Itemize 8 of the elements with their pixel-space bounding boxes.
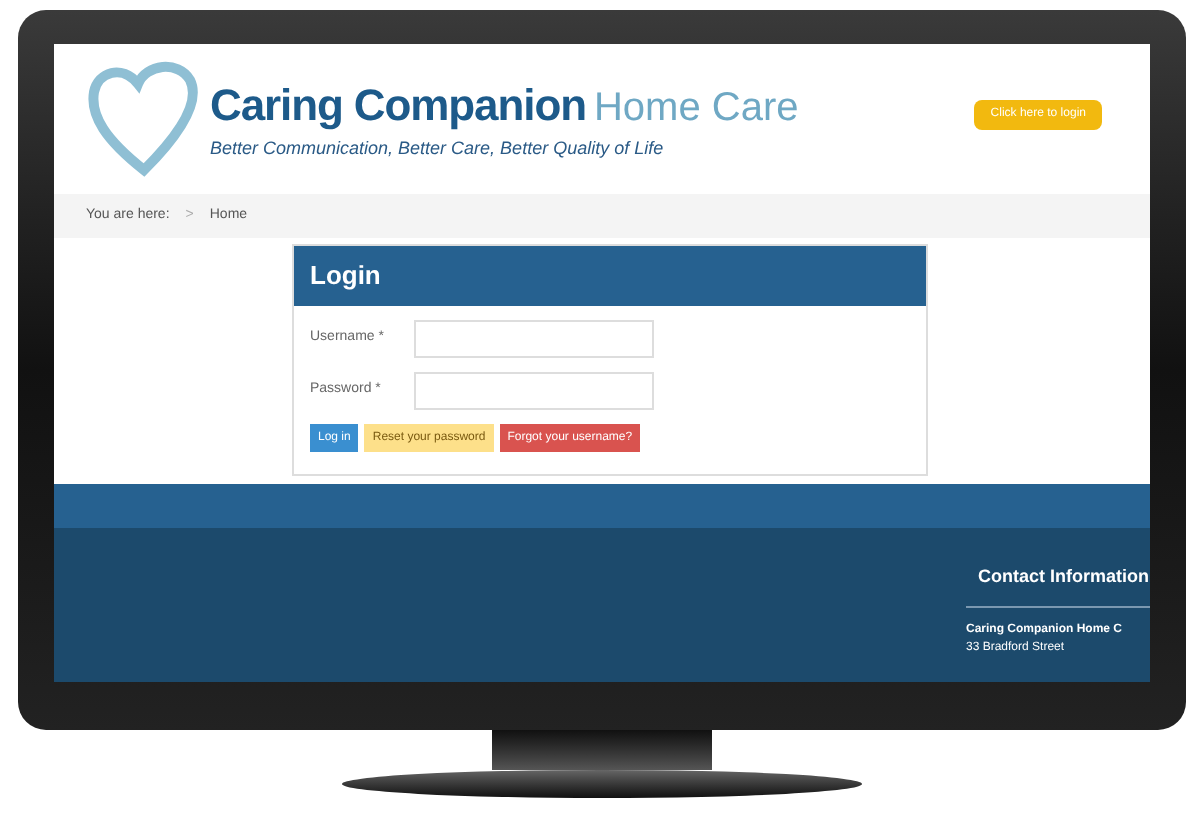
footer-heading: Contact Information bbox=[976, 564, 1150, 590]
heart-logo-icon bbox=[86, 60, 202, 180]
brand-subtitle: Home Care bbox=[593, 88, 799, 128]
login-title: Login bbox=[310, 258, 381, 295]
brand-name: Caring Companion bbox=[210, 84, 586, 128]
input-field[interactable] bbox=[414, 372, 654, 410]
tagline: Better Communication, Better Care, Better Quality of Life bbox=[210, 136, 666, 162]
input-field[interactable] bbox=[414, 320, 654, 358]
